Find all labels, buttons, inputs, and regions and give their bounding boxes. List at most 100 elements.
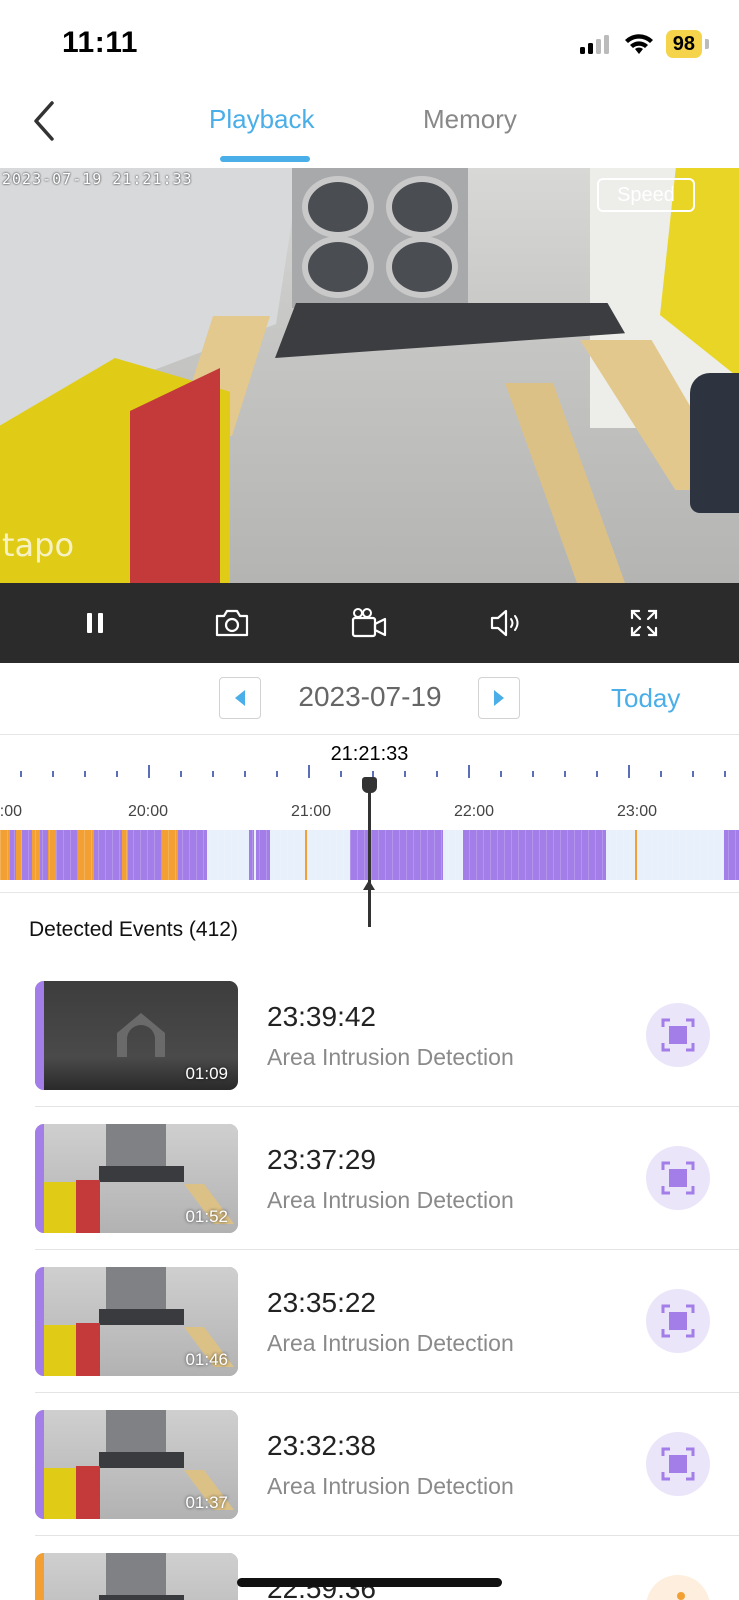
volume-button[interactable] bbox=[477, 593, 537, 653]
event-type-badge bbox=[646, 1003, 710, 1067]
timeline-tick bbox=[468, 765, 470, 778]
event-type-badge bbox=[646, 1146, 710, 1210]
motion-icon bbox=[677, 1592, 685, 1600]
tab-memory[interactable]: Memory bbox=[423, 104, 517, 135]
today-button[interactable]: Today bbox=[611, 683, 680, 714]
event-item[interactable]: 01:09 23:39:42 Area Intrusion Detection bbox=[35, 965, 739, 1107]
timeline-tick bbox=[564, 771, 566, 777]
next-day-button[interactable] bbox=[478, 677, 520, 719]
timeline-tick bbox=[116, 771, 118, 777]
timeline-stripe bbox=[273, 830, 274, 880]
timeline-stripe bbox=[217, 830, 218, 880]
event-item[interactable]: 01:46 23:35:22 Area Intrusion Detection bbox=[35, 1251, 739, 1393]
timeline-stripe bbox=[329, 830, 330, 880]
timeline-playhead-handle[interactable] bbox=[362, 777, 377, 793]
date-navigation: 2023-07-19 Today bbox=[0, 663, 739, 735]
pause-button[interactable] bbox=[65, 593, 125, 653]
playback-controls bbox=[0, 583, 739, 663]
event-color-bar bbox=[35, 981, 44, 1090]
event-type: Area Intrusion Detection bbox=[267, 1330, 514, 1356]
active-tab-indicator bbox=[220, 156, 310, 162]
timeline-stripe bbox=[392, 830, 393, 880]
timeline-stripe bbox=[581, 830, 582, 880]
timeline-stripe bbox=[700, 830, 701, 880]
back-button[interactable] bbox=[24, 98, 64, 144]
event-thumbnail[interactable]: 01:37 bbox=[35, 1410, 238, 1519]
timeline-tick bbox=[724, 771, 726, 777]
timeline-label-23: 23:00 bbox=[616, 803, 658, 820]
event-thumbnail[interactable]: 01:09 bbox=[35, 981, 238, 1090]
event-thumbnail[interactable] bbox=[35, 1553, 238, 1600]
timeline-event-segment bbox=[56, 830, 78, 880]
video-player[interactable]: 2023-07-19 21:21:33 Speed tapo bbox=[0, 168, 739, 583]
timeline-stripe bbox=[336, 830, 337, 880]
battery-tip bbox=[705, 39, 709, 49]
timeline-stripe bbox=[560, 830, 561, 880]
timeline-stripe bbox=[658, 830, 659, 880]
current-date[interactable]: 2023-07-19 bbox=[262, 681, 478, 713]
timeline-stripe bbox=[308, 830, 309, 880]
timeline[interactable]: 21:21:33 19:00 20:00 21:00 22:00 23:00 bbox=[0, 735, 739, 927]
timeline-tick bbox=[148, 765, 150, 778]
timeline-stripe bbox=[574, 830, 575, 880]
timeline-stripe bbox=[735, 830, 736, 880]
event-duration: 01:46 bbox=[185, 1350, 228, 1369]
timeline-stripe bbox=[154, 830, 155, 880]
event-thumbnail[interactable]: 01:46 bbox=[35, 1267, 238, 1376]
timeline-stripe bbox=[21, 830, 22, 880]
event-item[interactable]: 22:59:36 bbox=[35, 1537, 739, 1600]
chevron-left-icon bbox=[34, 101, 54, 141]
speed-button[interactable]: Speed bbox=[597, 178, 695, 212]
event-duration: 01:52 bbox=[185, 1207, 228, 1226]
event-time: 23:32:38 bbox=[267, 1430, 376, 1461]
event-color-bar bbox=[35, 1553, 44, 1600]
timeline-stripe bbox=[532, 830, 533, 880]
area-intrusion-icon bbox=[661, 1018, 695, 1052]
video-scene-washer bbox=[302, 176, 374, 238]
triangle-left-icon bbox=[235, 690, 245, 706]
timeline-stripe bbox=[441, 830, 442, 880]
status-time: 11:11 bbox=[62, 26, 138, 59]
timeline-stripe bbox=[63, 830, 64, 880]
timeline-playhead[interactable] bbox=[368, 777, 371, 927]
timeline-tick bbox=[180, 771, 182, 777]
snapshot-button[interactable] bbox=[202, 593, 262, 653]
timeline-stripe bbox=[518, 830, 519, 880]
timeline-stripe bbox=[476, 830, 477, 880]
timeline-tick bbox=[20, 771, 22, 777]
fullscreen-button[interactable] bbox=[614, 593, 674, 653]
wifi-icon bbox=[624, 34, 653, 54]
event-item[interactable]: 01:52 23:37:29 Area Intrusion Detection bbox=[35, 1108, 739, 1250]
record-button[interactable] bbox=[339, 593, 399, 653]
event-type-badge bbox=[646, 1575, 710, 1600]
tab-playback[interactable]: Playback bbox=[209, 104, 315, 135]
timeline-stripe bbox=[252, 830, 253, 880]
timeline-stripe bbox=[686, 830, 687, 880]
record-icon bbox=[352, 608, 387, 638]
fullscreen-icon bbox=[631, 609, 658, 637]
event-item[interactable]: 01:37 23:32:38 Area Intrusion Detection bbox=[35, 1394, 739, 1536]
timeline-stripe bbox=[714, 830, 715, 880]
pause-icon bbox=[86, 613, 103, 633]
timeline-event-segment bbox=[0, 830, 10, 880]
timeline-stripe bbox=[637, 830, 638, 880]
event-thumbnail[interactable]: 01:52 bbox=[35, 1124, 238, 1233]
timeline-tick bbox=[276, 771, 278, 777]
battery-indicator: 98 bbox=[665, 30, 702, 58]
previous-day-button[interactable] bbox=[219, 677, 261, 719]
timeline-stripe bbox=[413, 830, 414, 880]
timeline-stripe bbox=[448, 830, 449, 880]
timeline-stripe bbox=[322, 830, 323, 880]
timeline-stripe bbox=[56, 830, 57, 880]
event-color-bar bbox=[35, 1267, 44, 1376]
timeline-stripe bbox=[651, 830, 652, 880]
event-type: Area Intrusion Detection bbox=[267, 1187, 514, 1213]
timeline-stripe bbox=[469, 830, 470, 880]
timeline-stripe bbox=[490, 830, 491, 880]
timeline-stripe bbox=[189, 830, 190, 880]
timeline-stripe bbox=[483, 830, 484, 880]
events-title: Detected Events (412) bbox=[29, 918, 238, 941]
timeline-stripe bbox=[672, 830, 673, 880]
thumbnail-scene bbox=[44, 1553, 238, 1600]
video-scene-person bbox=[690, 373, 739, 513]
